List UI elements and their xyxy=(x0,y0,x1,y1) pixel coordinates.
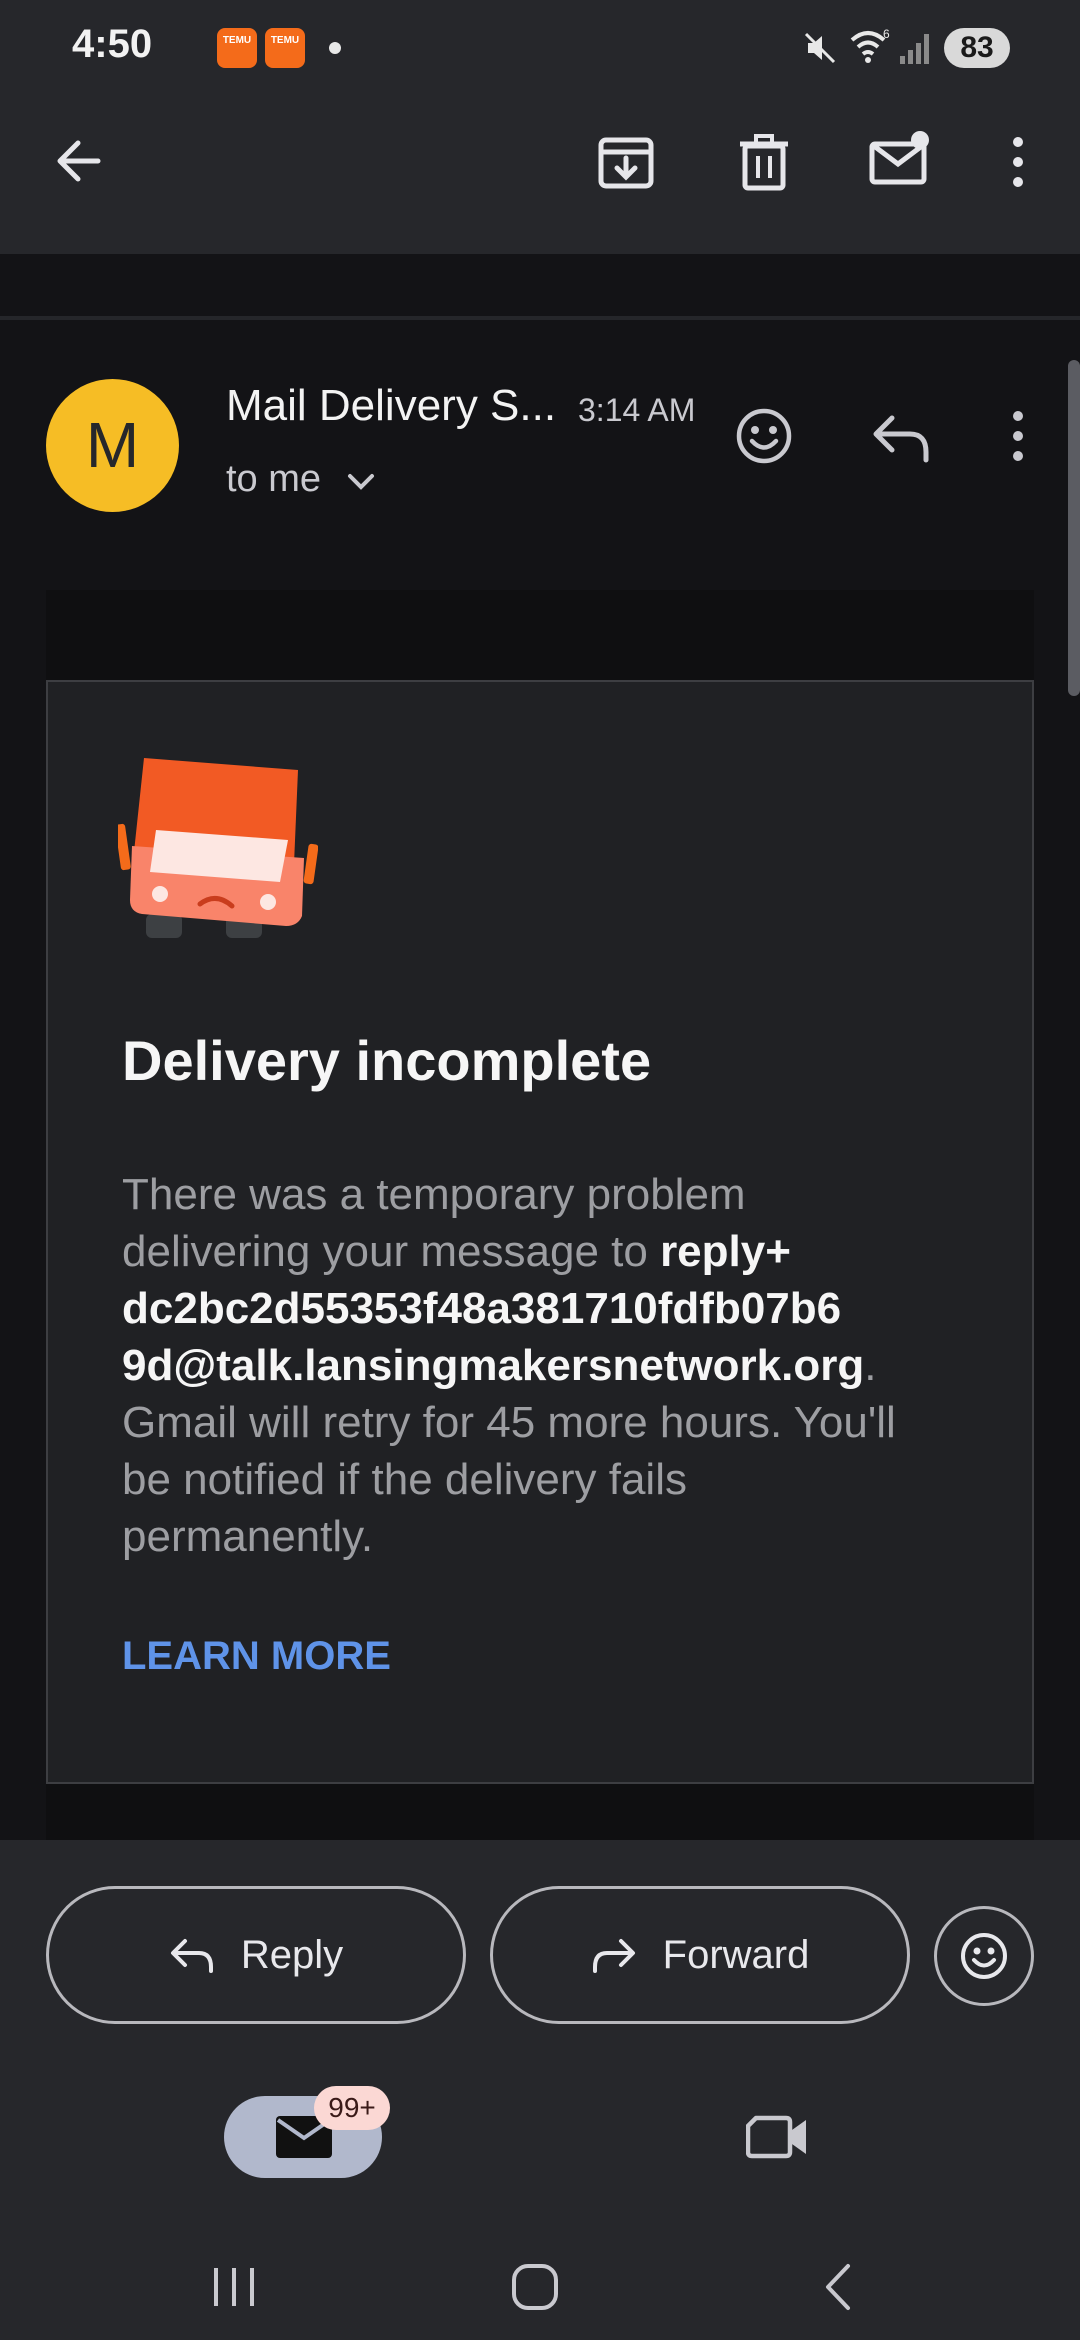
status-bar: 4:50 TEMU TEMU 6 83 xyxy=(0,0,1080,96)
email-text-intro: There was a temporary problem delivering… xyxy=(122,1170,746,1276)
top-app-bar xyxy=(0,96,1080,254)
reply-label: Reply xyxy=(240,1932,344,1977)
temu-notification-icon: TEMU xyxy=(265,28,305,68)
sad-truck-icon xyxy=(118,758,318,938)
wifi-icon: 6 xyxy=(850,27,890,63)
email-message: There was a temporary problem delivering… xyxy=(122,1166,922,1565)
forward-label: Forward xyxy=(662,1932,810,1977)
meet-video-icon[interactable] xyxy=(746,2112,810,2162)
recipient-details[interactable]: to me xyxy=(226,458,321,501)
archive-icon[interactable] xyxy=(596,132,656,192)
svg-text:6: 6 xyxy=(883,27,890,41)
system-back-icon[interactable] xyxy=(820,2262,856,2312)
signal-icon xyxy=(900,34,929,64)
reply-icon[interactable] xyxy=(870,410,934,466)
bottom-navigation xyxy=(0,2070,1080,2220)
sender-name[interactable]: Mail Delivery S... xyxy=(226,381,556,431)
scrollbar[interactable] xyxy=(1068,360,1080,696)
message-more-icon[interactable] xyxy=(1004,406,1032,466)
mark-unread-icon[interactable] xyxy=(868,130,932,190)
back-arrow-icon[interactable] xyxy=(48,131,108,191)
mute-icon xyxy=(804,32,836,64)
delete-icon[interactable] xyxy=(734,132,794,192)
forward-button[interactable]: Forward xyxy=(490,1886,910,2024)
reply-icon xyxy=(170,1939,213,1973)
battery-level: 83 xyxy=(944,28,1010,68)
sender-avatar[interactable]: M xyxy=(46,379,179,512)
unread-count-badge: 99+ xyxy=(314,2086,390,2130)
forward-icon xyxy=(592,1939,635,1973)
reply-button[interactable]: Reply xyxy=(46,1886,466,2024)
chevron-down-icon[interactable] xyxy=(344,466,378,496)
more-vert-icon[interactable] xyxy=(1004,132,1032,192)
system-navigation-bar xyxy=(0,2220,1080,2340)
more-notifications-dot xyxy=(329,42,341,54)
emoji-icon xyxy=(961,1933,1007,1979)
thread-separator xyxy=(0,254,1080,320)
react-button[interactable] xyxy=(934,1906,1034,2006)
temu-notification-icon: TEMU xyxy=(217,28,257,68)
learn-more-link[interactable]: LEARN MORE xyxy=(122,1634,391,1679)
add-reaction-icon[interactable] xyxy=(734,406,794,466)
email-heading: Delivery incomplete xyxy=(122,1029,652,1092)
home-icon[interactable] xyxy=(510,2262,560,2312)
message-time: 3:14 AM xyxy=(578,392,696,428)
status-time: 4:50 xyxy=(72,22,153,66)
recent-apps-icon[interactable] xyxy=(210,2264,258,2310)
